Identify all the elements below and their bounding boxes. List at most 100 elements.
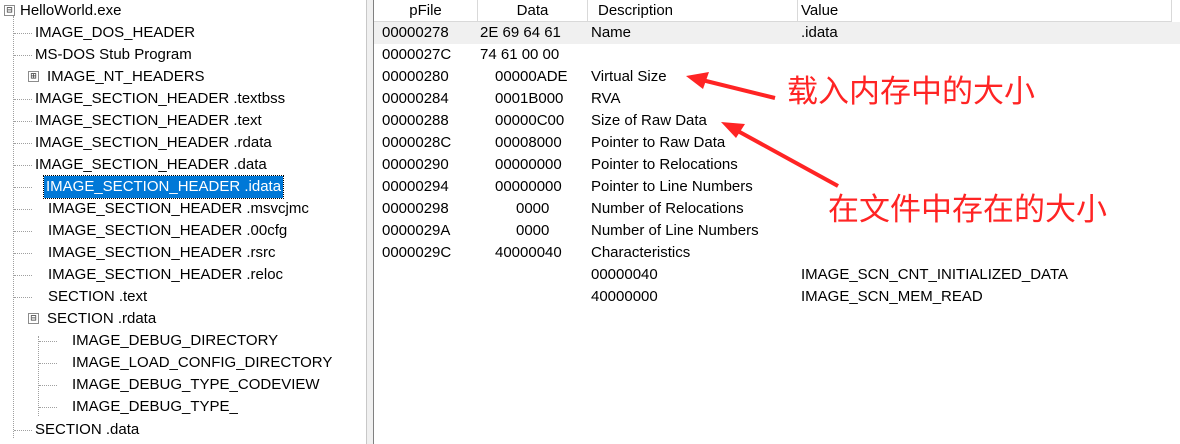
pfile-cell: 0000029C	[382, 244, 452, 261]
tree-item-label: IMAGE_SECTION_HEADER .00cfg	[48, 222, 288, 239]
tree-item-section-data[interactable]: SECTION .data	[33, 419, 141, 441]
annotation-virtual-size: 载入内存中的大小	[787, 74, 1035, 110]
table-row[interactable]: 00000288 00000C00 Size of Raw Data	[374, 110, 1180, 132]
tree-item-section-header-msvcjmc[interactable]: IMAGE_SECTION_HEADER .msvcjmc	[46, 198, 311, 220]
description-cell: Name	[591, 24, 632, 41]
table-row[interactable]: 00000040 IMAGE_SCN_CNT_INITIALIZED_DATA	[374, 264, 1180, 286]
table-row[interactable]: 0000029C 40000040 Characteristics	[374, 242, 1180, 264]
collapse-icon[interactable]: ⊟	[4, 5, 15, 16]
tree-guide-line	[14, 297, 32, 298]
description-cell: RVA	[591, 90, 621, 107]
data-cell: 0001B000	[495, 90, 564, 107]
table-row[interactable]: 0000027C 74 61 00 00	[374, 44, 1180, 66]
tree-guide-line	[39, 385, 57, 386]
table-row[interactable]: 00000284 0001B000 RVA	[374, 88, 1180, 110]
tree-item-section-header-00cfg[interactable]: IMAGE_SECTION_HEADER .00cfg	[46, 220, 289, 242]
tree-guide-line	[14, 143, 32, 144]
expand-icon[interactable]: ⊞	[28, 71, 39, 82]
tree-item-label: MS-DOS Stub Program	[35, 46, 192, 63]
pfile-cell: 00000288	[382, 112, 449, 129]
column-header-pfile[interactable]: pFile	[374, 0, 478, 22]
tree-item-section-header-idata[interactable]: IMAGE_SECTION_HEADER .idata	[42, 175, 285, 199]
description-cell: Number of Relocations	[591, 200, 744, 217]
pfile-cell: 00000280	[382, 68, 449, 85]
tree-item-label: IMAGE_DEBUG_TYPE_CODEVIEW	[72, 376, 320, 393]
data-cell: 00000000	[495, 178, 562, 195]
tree-item-label: IMAGE_DOS_HEADER	[35, 24, 196, 41]
column-header-data[interactable]: Data	[478, 0, 588, 22]
tree-pane[interactable]: ⊟ HelloWorld.exe IMAGE_DOS_HEADER MS-DOS…	[0, 0, 366, 444]
description-cell: Pointer to Line Numbers	[591, 178, 753, 195]
pfile-cell: 00000290	[382, 156, 449, 173]
description-cell: 00000040	[591, 266, 658, 283]
annotation-raw-size: 在文件中存在的大小	[828, 192, 1107, 228]
data-cell: 74 61 00 00	[480, 46, 560, 63]
tree-guide-line	[38, 336, 39, 416]
tree-item-label: IMAGE_DEBUG_DIRECTORY	[72, 332, 279, 349]
column-header-description[interactable]: Description	[588, 0, 798, 22]
tree-item-label: IMAGE_SECTION_HEADER .data	[35, 156, 267, 173]
pfile-cell: 00000294	[382, 178, 449, 195]
tree-guide-line	[14, 253, 32, 254]
description-cell: 40000000	[591, 288, 658, 305]
tree-item-nt-headers[interactable]: ⊞ IMAGE_NT_HEADERS	[28, 66, 207, 88]
tree-guide-line	[14, 275, 32, 276]
tree-guide-line	[39, 363, 57, 364]
pfile-cell: 00000298	[382, 200, 449, 217]
data-cell: 00000000	[495, 156, 562, 173]
data-cell: 00000ADE	[495, 68, 568, 85]
tree-item-debug-type-codeview[interactable]: IMAGE_DEBUG_TYPE_CODEVIEW	[70, 374, 322, 396]
table-row[interactable]: 00000280 00000ADE Virtual Size	[374, 66, 1180, 88]
tree-guide-line	[14, 99, 32, 100]
pane-splitter[interactable]	[366, 0, 374, 444]
description-cell: Size of Raw Data	[591, 112, 707, 129]
tree-item-dos-stub[interactable]: MS-DOS Stub Program	[33, 44, 194, 66]
tree-item-label: IMAGE_LOAD_CONFIG_DIRECTORY	[72, 354, 333, 371]
tree-item-root[interactable]: ⊟ HelloWorld.exe	[4, 0, 123, 22]
collapse-icon[interactable]: ⊟	[28, 313, 39, 324]
data-cell: 00000C00	[495, 112, 565, 129]
tree-item-debug-type[interactable]: IMAGE_DEBUG_TYPE_	[70, 396, 240, 418]
tree-item-section-rdata[interactable]: ⊟ SECTION .rdata	[28, 308, 158, 330]
tree-item-label: IMAGE_SECTION_HEADER .msvcjmc	[48, 200, 309, 217]
tree-item-section-header-reloc[interactable]: IMAGE_SECTION_HEADER .reloc	[46, 264, 285, 286]
tree-item-label: IMAGE_SECTION_HEADER .text	[35, 112, 262, 129]
data-cell: 2E 69 64 61	[480, 24, 561, 41]
data-cell: 00008000	[495, 134, 562, 151]
tree-item-debug-directory[interactable]: IMAGE_DEBUG_DIRECTORY	[70, 330, 280, 352]
tree-item-label: IMAGE_SECTION_HEADER .reloc	[48, 266, 284, 283]
table-row[interactable]: 0000028C 00008000 Pointer to Raw Data	[374, 132, 1180, 154]
tree-item-section-header-rdata[interactable]: IMAGE_SECTION_HEADER .rdata	[33, 132, 274, 154]
tree-item-section-header-text[interactable]: IMAGE_SECTION_HEADER .text	[33, 110, 264, 132]
data-cell: 0000	[516, 222, 550, 239]
column-header-value[interactable]: Value	[798, 0, 1172, 22]
tree-item-section-text[interactable]: SECTION .text	[46, 286, 149, 308]
tree-guide-line	[39, 407, 57, 408]
tree-item-label: IMAGE_SECTION_HEADER .idata	[42, 175, 285, 199]
tree-guide-line	[14, 121, 32, 122]
tree-item-load-config-directory[interactable]: IMAGE_LOAD_CONFIG_DIRECTORY	[70, 352, 334, 374]
pfile-cell: 00000284	[382, 90, 449, 107]
tree-item-section-header-data[interactable]: IMAGE_SECTION_HEADER .data	[33, 154, 269, 176]
table-row[interactable]: 00000290 00000000 Pointer to Relocations	[374, 154, 1180, 176]
tree-item-label: SECTION .text	[48, 288, 148, 305]
pfile-cell: 00000278	[382, 24, 449, 41]
value-cell: IMAGE_SCN_MEM_READ	[801, 288, 983, 305]
tree-item-section-header-rsrc[interactable]: IMAGE_SECTION_HEADER .rsrc	[46, 242, 278, 264]
tree-item-section-header-textbss[interactable]: IMAGE_SECTION_HEADER .textbss	[33, 88, 287, 110]
tree-guide-line	[14, 209, 32, 210]
tree-guide-line	[14, 55, 32, 56]
table-row[interactable]: 40000000 IMAGE_SCN_MEM_READ	[374, 286, 1180, 308]
tree-guide-line	[14, 33, 32, 34]
pfile-cell: 0000027C	[382, 46, 452, 63]
value-cell: IMAGE_SCN_CNT_INITIALIZED_DATA	[801, 266, 1068, 283]
tree-item-label: IMAGE_SECTION_HEADER .textbss	[35, 90, 286, 107]
description-cell: Pointer to Relocations	[591, 156, 738, 173]
data-cell: 40000040	[495, 244, 562, 261]
tree-item-label: IMAGE_DEBUG_TYPE_	[72, 398, 238, 415]
tree-item-label: HelloWorld.exe	[20, 2, 122, 19]
table-row[interactable]: 00000278 2E 69 64 61 Name .idata	[374, 22, 1180, 44]
tree-item-dos-header[interactable]: IMAGE_DOS_HEADER	[33, 22, 197, 44]
tree-guide-line	[39, 341, 57, 342]
tree-guide-line	[13, 16, 14, 438]
